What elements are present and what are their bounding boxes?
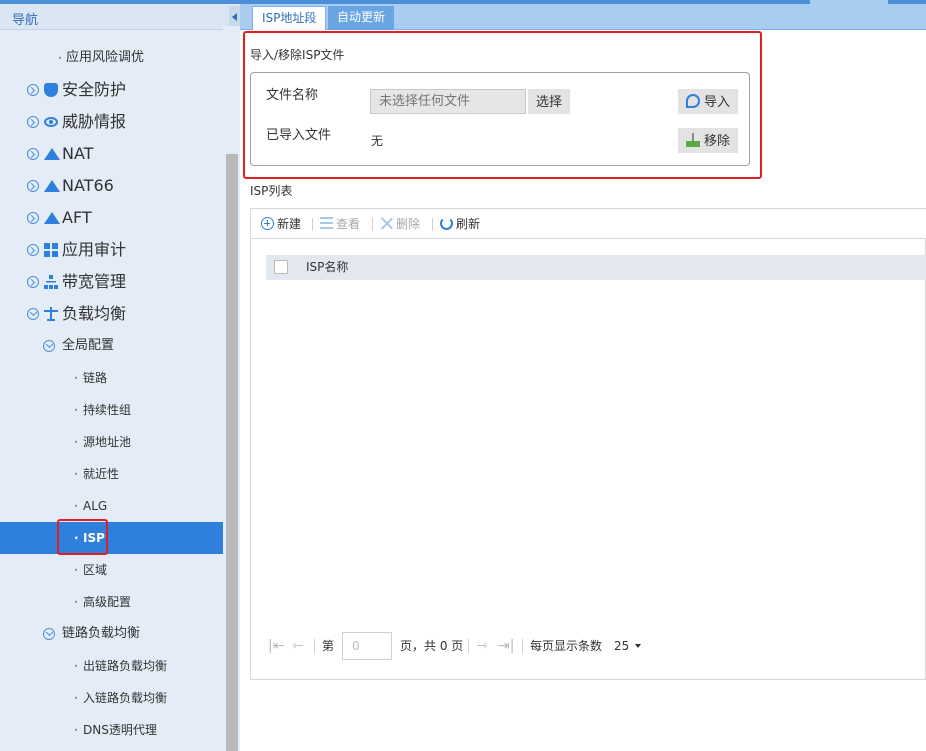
sidebar-item-alg[interactable]: ALG bbox=[0, 490, 223, 522]
page-number-input[interactable] bbox=[342, 632, 392, 660]
next-page-icon[interactable]: ⇾ bbox=[476, 631, 488, 661]
collapse-sidebar-icon[interactable] bbox=[229, 6, 240, 28]
sidebar-item-link-lb[interactable]: 链路负载均衡 bbox=[0, 618, 223, 650]
select-all-checkbox[interactable] bbox=[274, 260, 288, 274]
sidebar-item-aft[interactable]: AFT bbox=[0, 202, 223, 234]
add-icon bbox=[261, 217, 274, 230]
sidebar-item-isp[interactable]: ISP bbox=[0, 522, 223, 554]
sidebar: 导航 应用风险调优 安全防护 威胁情报 NAT NAT66 AFT 应用审计 带… bbox=[0, 4, 240, 751]
eye-icon bbox=[44, 117, 58, 127]
expand-icon[interactable] bbox=[27, 276, 39, 288]
per-page-select[interactable]: 25 bbox=[614, 631, 642, 661]
sidebar-item-inbound-lb[interactable]: 入链路负载均衡 bbox=[0, 682, 223, 714]
nat-icon bbox=[44, 148, 60, 160]
grid-header: ISP名称 bbox=[266, 255, 926, 280]
isp-highlight-box bbox=[57, 519, 108, 555]
delete-icon bbox=[380, 217, 393, 230]
view-button[interactable]: 查看 bbox=[320, 209, 360, 239]
expand-icon[interactable] bbox=[27, 84, 39, 96]
page-suffix: 页，共 0 页 bbox=[400, 639, 464, 653]
expand-icon[interactable] bbox=[27, 180, 39, 192]
first-page-icon[interactable]: |⇤ bbox=[268, 631, 284, 661]
sidebar-scrollbar-thumb[interactable] bbox=[226, 154, 238, 751]
scale-icon bbox=[44, 307, 58, 321]
tab-isp-address[interactable]: ISP地址段 bbox=[252, 6, 327, 30]
nav-tree: 应用风险调优 安全防护 威胁情报 NAT NAT66 AFT 应用审计 带宽管理… bbox=[0, 42, 223, 746]
prev-page-icon[interactable]: ⇽ bbox=[292, 631, 304, 661]
sidebar-item-bandwidth[interactable]: 带宽管理 bbox=[0, 266, 223, 298]
pager: |⇤ ⇽ 第 页，共 0 页 ⇾ ⇥| 每页显示条数 25 bbox=[266, 631, 666, 661]
list-toolbar: 新建 查看 删除 刷新 bbox=[251, 209, 926, 239]
chevron-down-icon bbox=[635, 644, 642, 648]
sidebar-item-proximity[interactable]: 就近性 bbox=[0, 458, 223, 490]
sidebar-item-security-protection[interactable]: 安全防护 bbox=[0, 74, 223, 106]
sidebar-item-load-balance[interactable]: 负载均衡 bbox=[0, 298, 223, 330]
isp-list-panel: 新建 查看 删除 刷新 ISP名称 |⇤ ⇽ 第 页，共 0 页 ⇾ ⇥| 每页… bbox=[250, 208, 926, 680]
collapse-icon[interactable] bbox=[27, 308, 39, 320]
sidebar-item-app-risk-tuning[interactable]: 应用风险调优 bbox=[0, 42, 223, 74]
sidebar-item-threat-intel[interactable]: 威胁情报 bbox=[0, 106, 223, 138]
sidebar-item-outbound-lb[interactable]: 出链路负载均衡 bbox=[0, 650, 223, 682]
sidebar-item-region[interactable]: 区域 bbox=[0, 554, 223, 586]
nat66-icon bbox=[44, 180, 60, 192]
sidebar-header: 导航 bbox=[0, 4, 240, 30]
sidebar-item-app-audit[interactable]: 应用审计 bbox=[0, 234, 223, 266]
per-page-label: 每页显示条数 bbox=[530, 639, 603, 653]
new-button[interactable]: 新建 bbox=[261, 209, 301, 239]
list-icon bbox=[320, 217, 333, 230]
collapse-icon[interactable] bbox=[43, 628, 55, 640]
expand-icon[interactable] bbox=[27, 148, 39, 160]
page-prefix: 第 bbox=[322, 639, 335, 653]
expand-icon[interactable] bbox=[27, 212, 39, 224]
shield-icon bbox=[44, 83, 58, 97]
main-panel: ISP地址段 自动更新 导入/移除ISP文件 文件名称 选择 导入 已导入文件 … bbox=[240, 4, 926, 751]
refresh-icon bbox=[440, 217, 453, 230]
refresh-button[interactable]: 刷新 bbox=[440, 209, 480, 239]
sidebar-item-dns-proxy[interactable]: DNS透明代理 bbox=[0, 714, 223, 746]
sidebar-item-global-config[interactable]: 全局配置 bbox=[0, 330, 223, 362]
sidebar-item-nat[interactable]: NAT bbox=[0, 138, 223, 170]
import-highlight-box bbox=[243, 31, 762, 179]
sidebar-item-persistence-group[interactable]: 持续性组 bbox=[0, 394, 223, 426]
grid-icon bbox=[44, 243, 58, 257]
hierarchy-icon bbox=[44, 275, 58, 289]
sidebar-title: 导航 bbox=[12, 13, 39, 28]
collapse-icon[interactable] bbox=[43, 340, 55, 352]
aft-icon bbox=[44, 212, 60, 224]
isp-list-title: ISP列表 bbox=[250, 184, 293, 198]
sidebar-item-source-pool[interactable]: 源地址池 bbox=[0, 426, 223, 458]
sidebar-item-nat66[interactable]: NAT66 bbox=[0, 170, 223, 202]
expand-icon[interactable] bbox=[27, 116, 39, 128]
last-page-icon[interactable]: ⇥| bbox=[498, 631, 514, 661]
delete-button[interactable]: 删除 bbox=[380, 209, 420, 239]
sidebar-item-link[interactable]: 链路 bbox=[0, 362, 223, 394]
expand-icon[interactable] bbox=[27, 244, 39, 256]
sidebar-item-advanced[interactable]: 高级配置 bbox=[0, 586, 223, 618]
tab-auto-update[interactable]: 自动更新 bbox=[328, 6, 395, 30]
tab-bar: ISP地址段 自动更新 bbox=[240, 4, 926, 30]
column-isp-name[interactable]: ISP名称 bbox=[306, 255, 348, 280]
